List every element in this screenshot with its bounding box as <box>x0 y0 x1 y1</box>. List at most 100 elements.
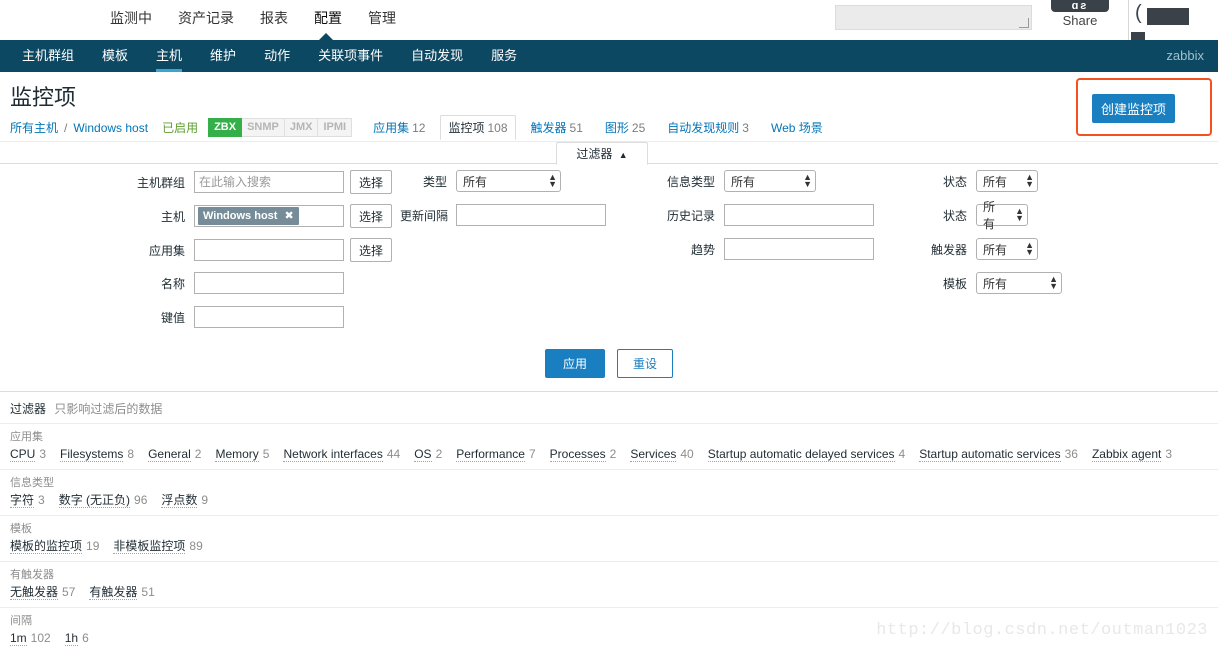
entity-tab-triggers-count: 51 <box>569 121 583 135</box>
entity-tab-applications[interactable]: 应用集 12 <box>366 116 432 139</box>
filter-field-info-type: 信息类型 所有 ▲ ▼ <box>648 170 816 192</box>
subfilter-item[interactable]: Startup automatic services 36 <box>919 445 1078 463</box>
entity-tab-triggers[interactable]: 触发器 51 <box>524 116 590 139</box>
filter-select-type[interactable]: 所有 ▲ ▼ <box>456 170 561 192</box>
filter-input-name[interactable] <box>194 272 344 294</box>
subfilter-item[interactable]: OS 2 <box>414 445 442 463</box>
subfilter-item-count: 19 <box>86 539 100 553</box>
nav-item-correlation[interactable]: 关联项事件 <box>304 40 397 72</box>
filter-field-state: 状态 所有 ▲ ▼ <box>924 170 1038 192</box>
nav-user-label[interactable]: zabbix <box>1166 40 1204 72</box>
entity-tab-applications-label: 应用集 <box>373 121 410 135</box>
subfilter-item[interactable]: 1h 6 <box>64 629 89 647</box>
badge-ipmi[interactable]: IPMI <box>318 118 353 137</box>
subfilter-item-count: 2 <box>194 447 202 461</box>
top-menu-item-inventory[interactable]: 资产记录 <box>178 8 234 28</box>
filter-label-history: 历史记录 <box>666 208 715 223</box>
nav-item-host-groups[interactable]: 主机群组 <box>8 40 88 72</box>
share-widget[interactable]: ɑƨ Share <box>1051 0 1109 29</box>
entity-tab-discovery-rules[interactable]: 自动发现规则 3 <box>660 116 756 139</box>
redacted-block <box>1147 8 1189 25</box>
top-menu-item-monitoring[interactable]: 监测中 <box>110 8 152 28</box>
top-menu-item-configuration[interactable]: 配置 <box>314 8 342 28</box>
filter-tab[interactable]: 过滤器 ▲ <box>556 142 648 165</box>
subfilter-item-label: 模板的监控项 <box>10 539 83 554</box>
badge-jmx[interactable]: JMX <box>284 118 319 137</box>
filter-input-trends[interactable] <box>724 238 874 260</box>
top-menu-item-reports[interactable]: 报表 <box>260 8 288 28</box>
entity-tab-items[interactable]: 监控项 108 <box>440 115 516 140</box>
nav-item-actions[interactable]: 动作 <box>250 40 304 72</box>
nav-item-maintenance[interactable]: 维护 <box>196 40 250 72</box>
nav-item-hosts[interactable]: 主机 <box>142 40 196 72</box>
subfilter-item-label: Startup automatic services <box>919 447 1061 462</box>
watermark-text: http://blog.csdn.net/outman1023 <box>876 621 1208 640</box>
breadcrumb-separator: / <box>64 120 68 135</box>
filter-reset-button[interactable]: 重设 <box>617 349 674 378</box>
filter-apply-button[interactable]: 应用 <box>544 349 605 378</box>
subfilter-item[interactable]: 浮点数 9 <box>161 491 208 509</box>
nav-item-templates[interactable]: 模板 <box>88 40 142 72</box>
subfilter-item-label: Performance <box>456 447 525 462</box>
subfilter-item[interactable]: Services 40 <box>630 445 694 463</box>
subfilter-item[interactable]: 模板的监控项 19 <box>10 537 99 555</box>
filter-input-history[interactable] <box>724 204 874 226</box>
share-icon[interactable]: ɑƨ <box>1051 0 1109 12</box>
filter-input-application[interactable] <box>194 239 344 261</box>
breadcrumb: 所有主机 / Windows host 已启用 ZBX SNMP JMX IPM… <box>0 114 1218 142</box>
host-interface-badges: ZBX SNMP JMX IPMI <box>208 118 353 137</box>
subfilter-item-label: 无触发器 <box>10 585 59 600</box>
entity-tab-items-count: 108 <box>487 121 508 135</box>
subfilter-item-count: 6 <box>82 631 89 645</box>
subfilter-item[interactable]: Filesystems 8 <box>60 445 134 463</box>
subfilter-item[interactable]: CPU 3 <box>10 445 46 463</box>
global-search-input[interactable] <box>835 5 1032 30</box>
filter-select-info-type[interactable]: 所有 ▲ ▼ <box>724 170 816 192</box>
subfilter-item[interactable]: Zabbix agent 3 <box>1091 445 1173 463</box>
filter-tab-row: 过滤器 ▲ <box>0 142 1218 165</box>
subfilter-item[interactable]: 非模板监控项 89 <box>113 537 203 555</box>
subfilter-item[interactable]: 1m 102 <box>10 629 51 647</box>
subfilter-item[interactable]: Startup automatic delayed services 4 <box>707 445 905 463</box>
close-icon[interactable]: ✖ <box>284 209 293 223</box>
subfilter-item[interactable]: Performance 7 <box>456 445 536 463</box>
subfilter-item[interactable]: 字符 3 <box>10 491 45 509</box>
entity-tab-graphs[interactable]: 图形 25 <box>598 116 652 139</box>
subfilter-item[interactable]: Processes 2 <box>549 445 616 463</box>
filter-select-triggers[interactable]: 所有 ▲ ▼ <box>976 238 1038 260</box>
subfilter-item-count: 3 <box>1165 447 1173 461</box>
filter-label-trends: 趋势 <box>690 242 715 257</box>
filter-host-chip[interactable]: Windows host ✖ <box>198 207 299 225</box>
entity-tab-web-scenarios[interactable]: Web 场景 <box>764 116 830 139</box>
filter-select-host-groups-button[interactable]: 选择 <box>350 170 393 194</box>
badge-snmp[interactable]: SNMP <box>242 118 285 137</box>
filter-field-status: 状态 所有 ▲ ▼ <box>924 200 1028 231</box>
badge-zbx[interactable]: ZBX <box>208 118 243 137</box>
filter-input-hosts[interactable]: Windows host ✖ <box>194 205 344 227</box>
filter-select-state[interactable]: 所有 ▲ ▼ <box>976 170 1038 192</box>
breadcrumb-all-hosts[interactable]: 所有主机 <box>10 119 58 136</box>
subfilter-item[interactable]: Network interfaces 44 <box>283 445 400 463</box>
filter-input-key[interactable] <box>194 306 344 328</box>
subfilter-item[interactable]: General 2 <box>148 445 201 463</box>
subfilter-item-label: 字符 <box>10 493 35 508</box>
subfilter-item[interactable]: Memory 5 <box>215 445 269 463</box>
filter-actions: 应用 重设 <box>0 349 1218 378</box>
filter-select-status[interactable]: 所有 ▲ ▼ <box>976 200 1028 231</box>
subfilter-item[interactable]: 数字 (无正负) 96 <box>58 491 147 509</box>
filter-input-update-interval[interactable] <box>456 204 606 226</box>
filter-input-host-groups[interactable] <box>194 171 344 193</box>
nav-item-services[interactable]: 服务 <box>477 40 531 72</box>
filter-select-template[interactable]: 所有 ▲ ▼ <box>976 272 1062 294</box>
subfilter-item[interactable]: 有触发器 51 <box>89 583 155 601</box>
top-menu-item-administration[interactable]: 管理 <box>368 8 396 28</box>
subfilter-item[interactable]: 无触发器 57 <box>10 583 75 601</box>
filter-select-triggers-value: 所有 <box>983 242 1008 257</box>
filter-select-hosts-button[interactable]: 选择 <box>350 204 393 228</box>
breadcrumb-host[interactable]: Windows host <box>73 121 148 135</box>
subfilter-header: 过滤器 只影响过滤后的数据 <box>0 392 1218 423</box>
nav-item-discovery[interactable]: 自动发现 <box>397 40 477 72</box>
entity-tab-items-label: 监控项 <box>448 121 485 135</box>
filter-select-application-button[interactable]: 选择 <box>350 238 393 262</box>
filter-select-state-value: 所有 <box>983 174 1008 189</box>
